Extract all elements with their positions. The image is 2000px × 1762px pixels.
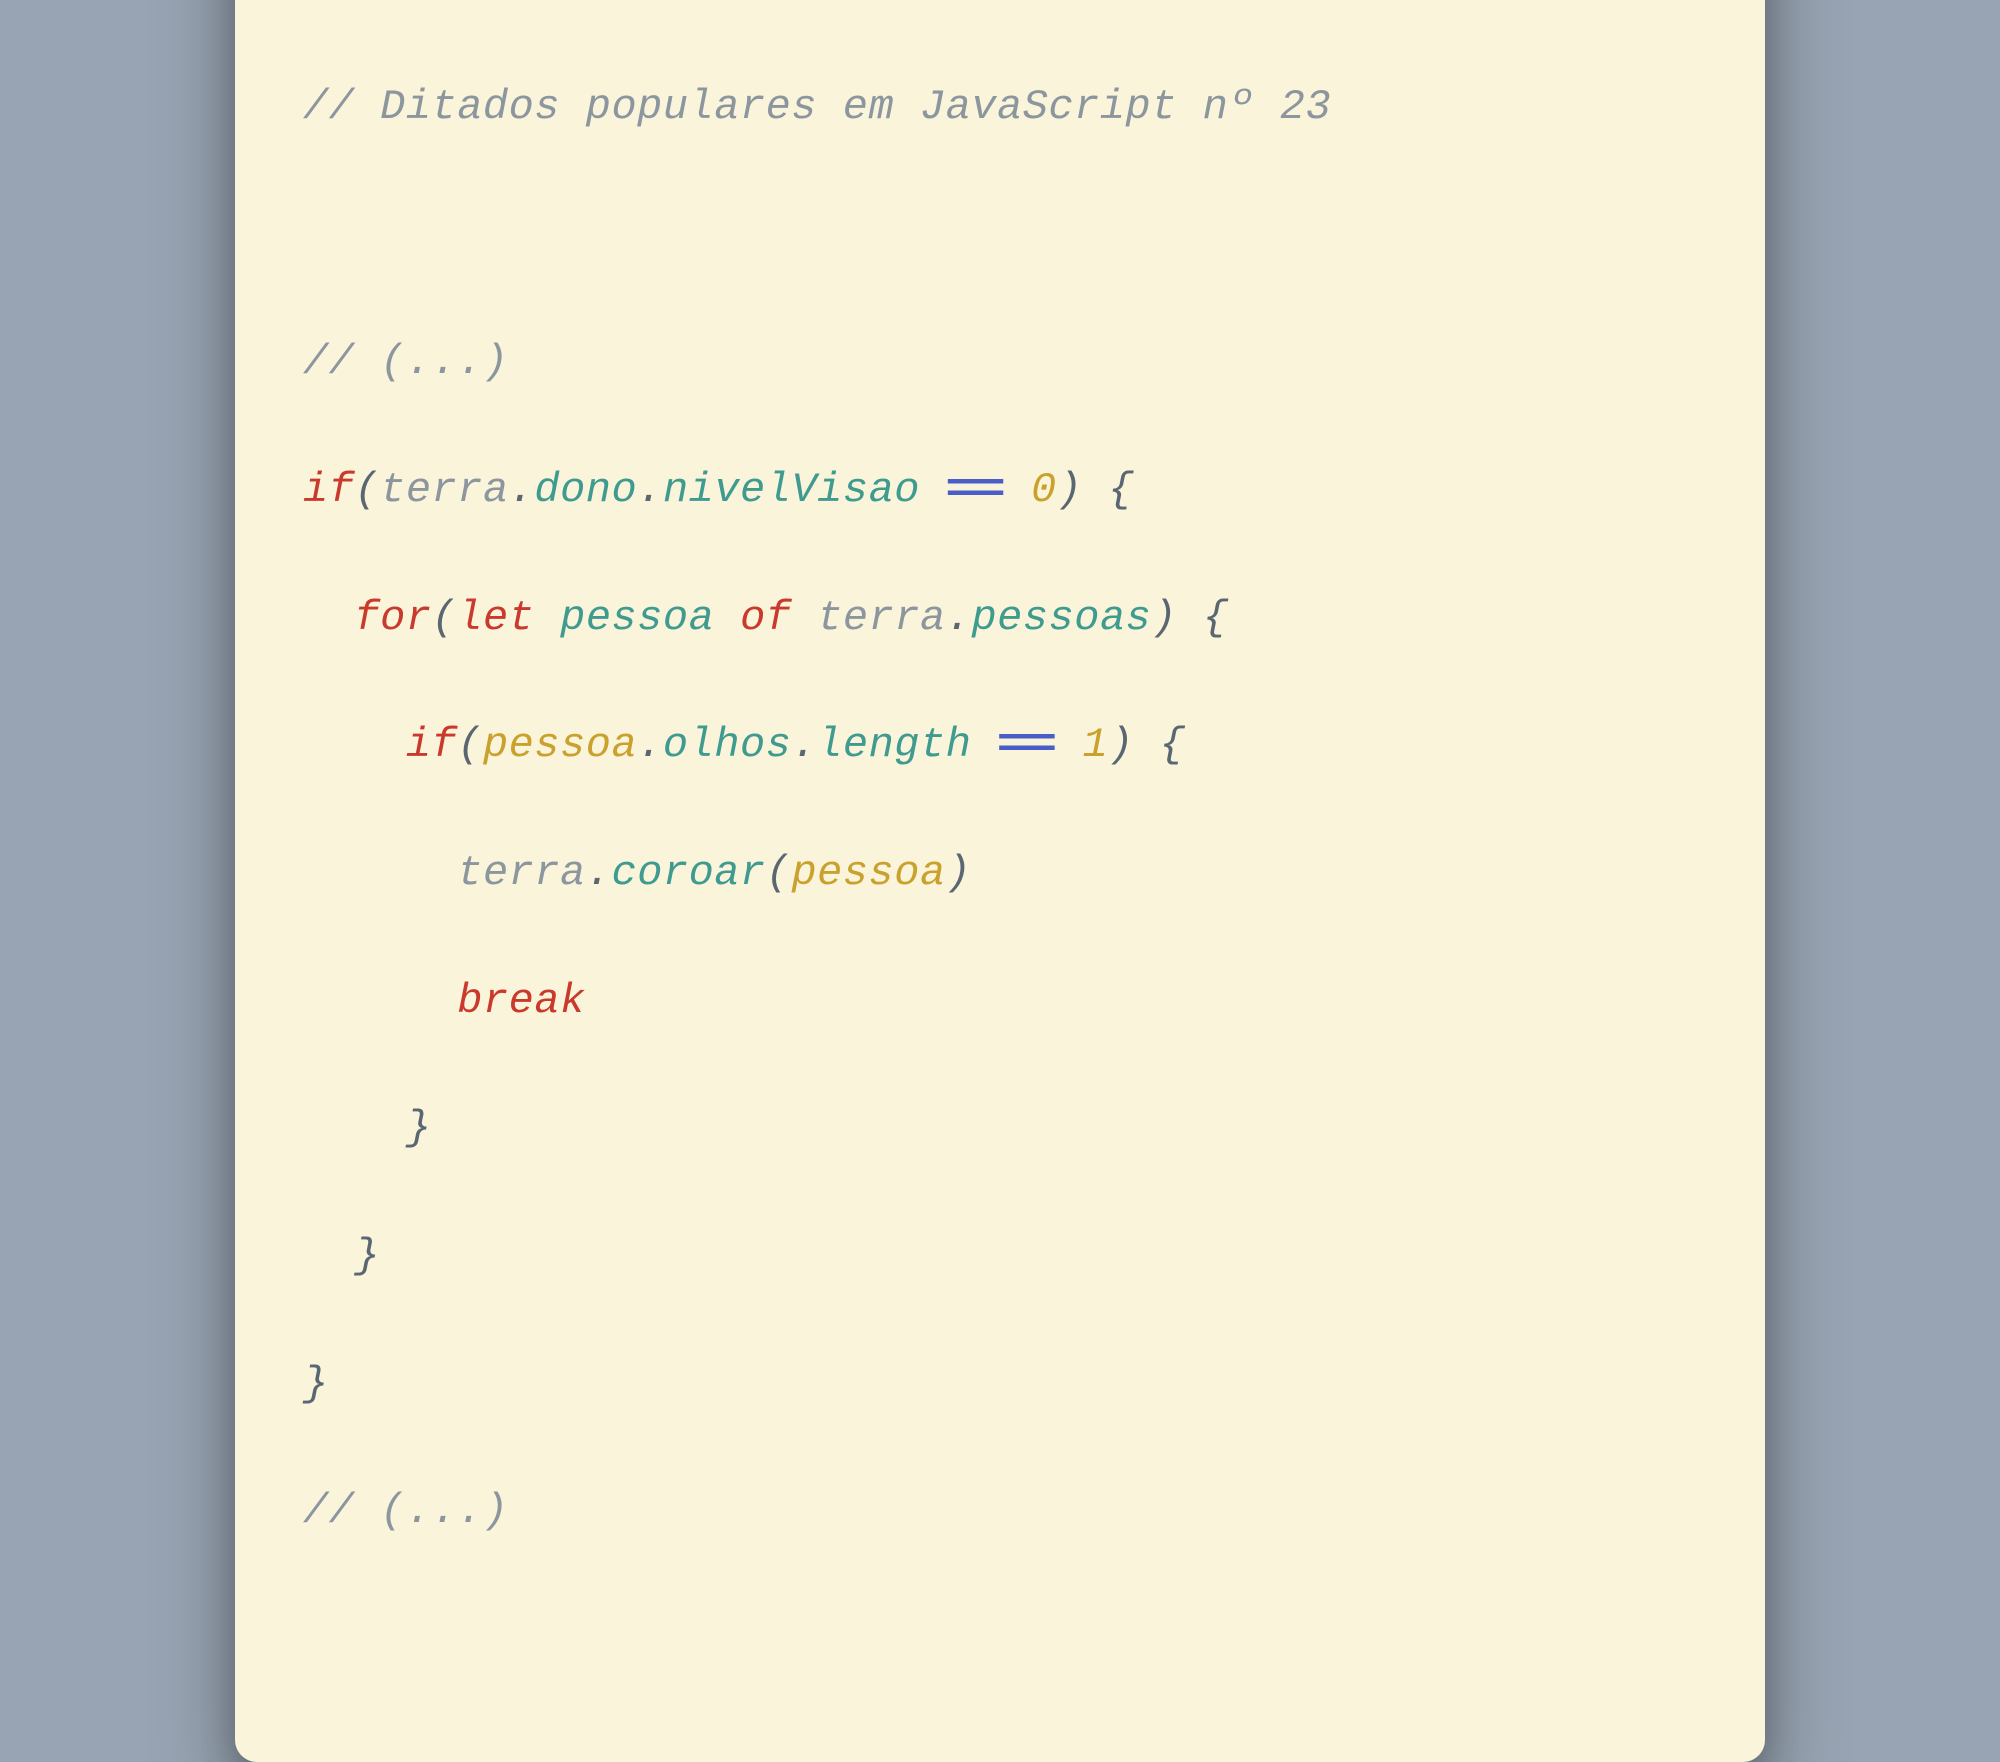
indent — [303, 849, 457, 897]
variable: terra — [380, 466, 509, 514]
space — [1134, 721, 1160, 769]
dot: . — [946, 594, 972, 642]
property: olhos — [663, 721, 792, 769]
code-line-7: terra.coroar(pessoa) — [303, 842, 1697, 906]
brace: } — [406, 1104, 432, 1152]
variable: pessoa — [791, 849, 945, 897]
keyword-let: let — [457, 594, 534, 642]
code-window: // Ditados populares em JavaScript nº 23… — [235, 0, 1765, 1762]
property: pessoas — [971, 594, 1151, 642]
keyword-if: if — [303, 466, 354, 514]
space — [1177, 594, 1203, 642]
keyword-if: if — [406, 721, 457, 769]
brace: { — [1203, 594, 1229, 642]
code-line-8: break — [303, 970, 1697, 1034]
comment: // (...) — [303, 1487, 509, 1535]
operator-equals: === — [946, 466, 1006, 514]
paren: ) — [1108, 721, 1134, 769]
code-line-11: } — [303, 1353, 1697, 1417]
paren: ( — [457, 721, 483, 769]
variable: terra — [457, 849, 586, 897]
paren: ) — [1057, 466, 1083, 514]
paren: ( — [432, 594, 458, 642]
brace: { — [1160, 721, 1186, 769]
space — [971, 721, 997, 769]
indent — [303, 594, 354, 642]
code-line-10: } — [303, 1225, 1697, 1289]
number: 1 — [1082, 721, 1108, 769]
code-line-3: // (...) — [303, 331, 1697, 395]
keyword-of: of — [740, 594, 791, 642]
brace: } — [303, 1360, 329, 1408]
brace: } — [354, 1232, 380, 1280]
code-line-9: } — [303, 1097, 1697, 1161]
code-line-1: // Ditados populares em JavaScript nº 23 — [303, 76, 1697, 140]
property: length — [817, 721, 971, 769]
dot: . — [637, 721, 663, 769]
space — [534, 594, 560, 642]
comment: // (...) — [303, 338, 509, 386]
code-line-4: if(terra.dono.nivelVisao === 0) { — [303, 459, 1697, 523]
property: dono — [534, 466, 637, 514]
method: coroar — [611, 849, 765, 897]
paren: ) — [946, 849, 972, 897]
property: nivelVisao — [663, 466, 920, 514]
code-block: // Ditados populares em JavaScript nº 23… — [303, 12, 1697, 1672]
paren: ( — [766, 849, 792, 897]
code-line-6: if(pessoa.olhos.length === 1) { — [303, 714, 1697, 778]
space — [1005, 466, 1031, 514]
dot: . — [637, 466, 663, 514]
number: 0 — [1031, 466, 1057, 514]
comment: // Ditados populares em JavaScript nº 23 — [303, 83, 1331, 131]
paren: ( — [354, 466, 380, 514]
paren: ) — [1151, 594, 1177, 642]
code-line-12: // (...) — [303, 1480, 1697, 1544]
space — [1082, 466, 1108, 514]
keyword-for: for — [354, 594, 431, 642]
space — [791, 594, 817, 642]
variable: pessoa — [560, 594, 714, 642]
brace: { — [1108, 466, 1134, 514]
indent — [303, 721, 406, 769]
variable: pessoa — [483, 721, 637, 769]
space — [714, 594, 740, 642]
code-line-5: for(let pessoa of terra.pessoas) { — [303, 587, 1697, 651]
dot: . — [509, 466, 535, 514]
variable: terra — [817, 594, 946, 642]
indent — [303, 1104, 406, 1152]
dot: . — [791, 721, 817, 769]
space — [920, 466, 946, 514]
dot: . — [586, 849, 612, 897]
operator-equals: === — [997, 721, 1057, 769]
indent — [303, 1232, 354, 1280]
keyword-break: break — [457, 977, 586, 1025]
space — [1057, 721, 1083, 769]
code-line-blank — [303, 204, 1697, 268]
indent — [303, 977, 457, 1025]
